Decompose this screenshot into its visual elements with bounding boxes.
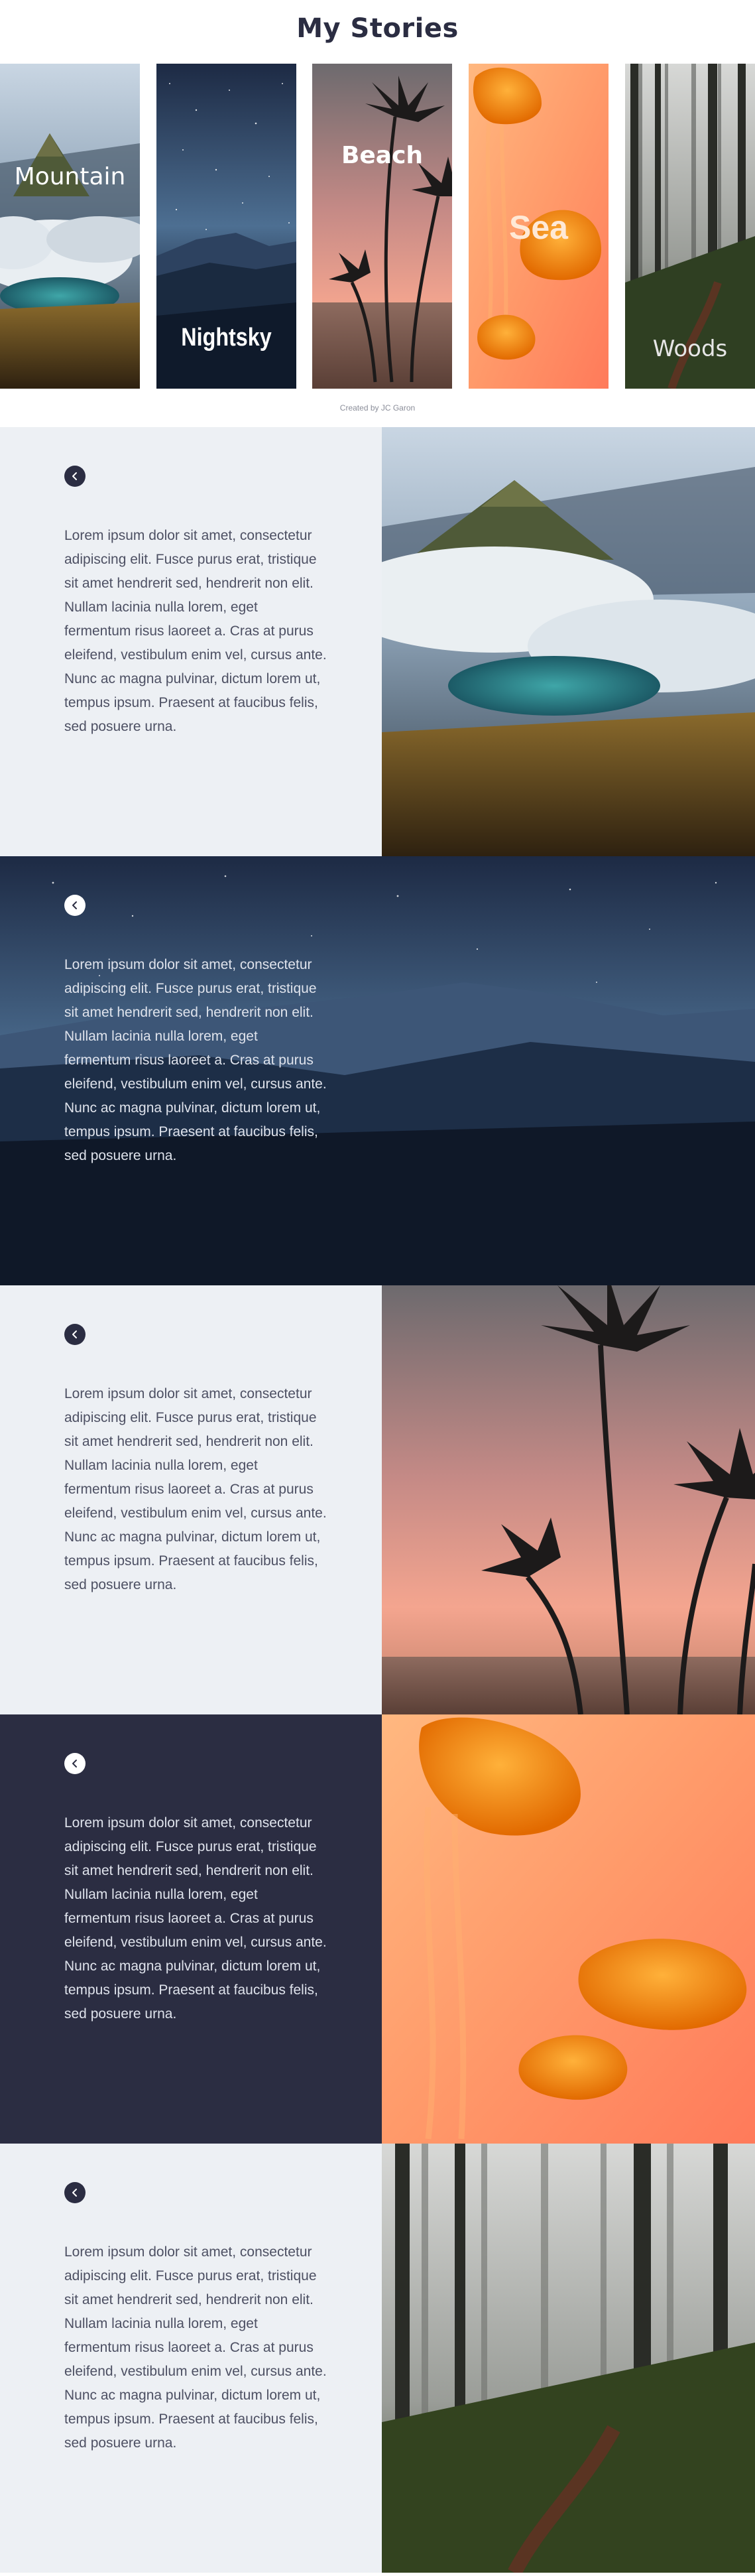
chevron-left-icon	[72, 2189, 77, 2197]
story-panel-sea: Lorem ipsum dolor sit amet, consectetur …	[0, 1714, 755, 2144]
back-button[interactable]	[64, 1324, 86, 1345]
story-card-sea[interactable]: Sea	[469, 64, 609, 389]
story-panel-mountain: Lorem ipsum dolor sit amet, consectetur …	[0, 427, 755, 856]
card-title-woods: Woods	[652, 336, 728, 362]
chevron-left-icon	[72, 1760, 77, 1768]
beach-photo	[382, 1285, 755, 1714]
story-image-mountain	[382, 427, 755, 856]
story-card-woods[interactable]: Woods	[625, 64, 755, 389]
story-body-text: Lorem ipsum dolor sit amet, consectetur …	[64, 1386, 327, 1592]
story-card-nightsky[interactable]: Nightsky	[156, 64, 296, 389]
story-image-sea	[382, 1714, 755, 2144]
story-card-mountain[interactable]: Mountain	[0, 64, 140, 389]
credit-line: Created by JC Garon	[339, 403, 416, 413]
back-button[interactable]	[64, 466, 86, 487]
chevron-left-icon	[72, 1330, 77, 1338]
story-card-beach[interactable]: Beach	[312, 64, 452, 389]
story-panel-nightsky: Lorem ipsum dolor sit amet, consectetur …	[0, 856, 755, 1285]
story-body-text: Lorem ipsum dolor sit amet, consectetur …	[64, 528, 327, 734]
beach-image	[312, 64, 452, 389]
page-header: My Stories	[0, 0, 755, 57]
chevron-left-icon	[72, 472, 77, 480]
story-panel-beach: Lorem ipsum dolor sit amet, consectetur …	[0, 1285, 755, 1714]
story-cards: Mountain Nightsky Beach Sea Woods	[0, 57, 755, 389]
mountain-image	[0, 64, 140, 389]
card-title-sea: Sea	[509, 209, 568, 246]
story-body-text: Lorem ipsum dolor sit amet, consectetur …	[64, 2244, 327, 2451]
card-title-nightsky: Nightsky	[181, 324, 272, 352]
back-button[interactable]	[64, 1753, 86, 1774]
mountain-photo	[382, 427, 755, 856]
story-panel-woods: Lorem ipsum dolor sit amet, consectetur …	[0, 2144, 755, 2573]
story-body-text: Lorem ipsum dolor sit amet, consectetur …	[64, 1815, 327, 2022]
story-body-text: Lorem ipsum dolor sit amet, consectetur …	[64, 957, 327, 1163]
sea-photo	[382, 1714, 755, 2144]
back-button[interactable]	[64, 895, 86, 916]
woods-photo	[382, 2144, 755, 2573]
story-image-beach	[382, 1285, 755, 1714]
card-title-mountain: Mountain	[14, 163, 126, 190]
back-button[interactable]	[64, 2182, 86, 2203]
card-title-beach: Beach	[341, 142, 424, 169]
story-image-woods	[382, 2144, 755, 2573]
page-title: My Stories	[296, 13, 459, 44]
chevron-left-icon	[72, 901, 77, 909]
